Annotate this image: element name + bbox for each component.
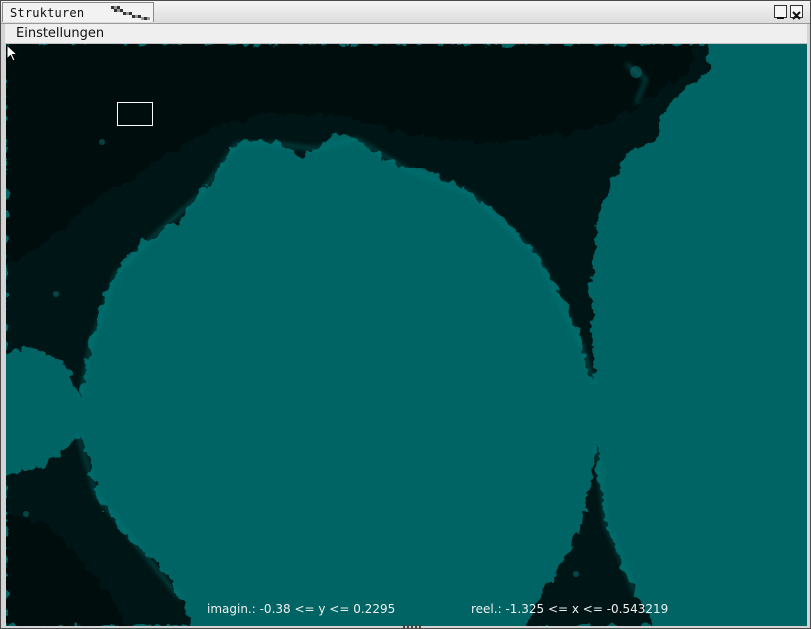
menu-item-einstellungen[interactable]: Einstellungen: [16, 26, 104, 41]
imaginary-range-label: imagin.: -0.38 <= y <= 0.2295: [207, 602, 396, 616]
minimize-button[interactable]: [774, 5, 787, 19]
real-range-label: reel.: -1.325 <= x <= -0.543219: [471, 602, 669, 616]
close-button[interactable]: [790, 5, 803, 20]
arrow-cursor-icon: [6, 44, 18, 62]
window-title: Strukturen: [10, 6, 85, 20]
minimize-icon: [777, 17, 784, 19]
zoom-selection-box[interactable]: [117, 102, 153, 126]
app-window: Strukturen Einstellungen imagin.: -0.38 …: [0, 0, 811, 629]
grip-icon: [111, 6, 150, 20]
title-bar[interactable]: Strukturen: [1, 1, 810, 24]
menu-bar: Einstellungen: [5, 24, 807, 44]
close-icon: [792, 11, 801, 20]
title-tab[interactable]: Strukturen: [2, 2, 154, 22]
fractal-canvas[interactable]: imagin.: -0.38 <= y <= 0.2295 reel.: -1.…: [6, 44, 807, 626]
mandelbrot-render: [6, 44, 807, 626]
resize-handle[interactable]: [403, 625, 421, 629]
